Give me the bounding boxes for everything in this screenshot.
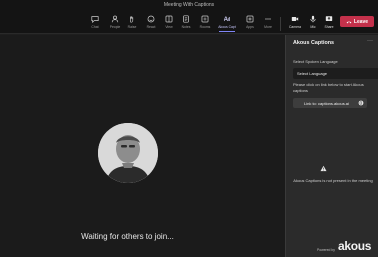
warning-icon	[320, 165, 327, 172]
akous-logo: akous	[338, 239, 372, 253]
toolbar-divider	[280, 17, 281, 31]
view-icon	[165, 15, 173, 23]
microphone-icon	[310, 15, 316, 23]
meeting-stage: Waiting for others to join...	[0, 35, 285, 257]
notes-icon	[183, 15, 189, 23]
leave-button[interactable]: Leave	[340, 16, 374, 27]
meeting-toolbar: Chat People Raise React View Notes Rooms…	[0, 11, 378, 34]
window-title: Meeting With Captions	[163, 2, 215, 8]
title-bar: Meeting With Captions	[0, 0, 378, 11]
hang-up-icon	[346, 21, 352, 23]
rooms-icon	[201, 15, 209, 23]
panel-more-button[interactable]: ···	[367, 38, 373, 44]
toolbar-react-button[interactable]: React	[142, 13, 160, 33]
toolbar-rooms-button[interactable]: Rooms	[196, 13, 214, 33]
avatar-photo	[98, 123, 158, 183]
toolbar-akous-captions-button[interactable]: Akous Capt	[216, 13, 238, 33]
share-screen-icon	[325, 16, 333, 21]
toolbar-view-button[interactable]: View	[160, 13, 178, 33]
camera-icon	[291, 17, 299, 21]
copy-icon[interactable]	[358, 100, 364, 106]
toolbar-raise-button[interactable]: Raise	[123, 13, 141, 33]
akous-captions-panel: Akous Captions ··· Select Spoken Languag…	[285, 35, 378, 257]
raise-hand-icon	[130, 16, 134, 23]
people-icon	[111, 15, 119, 23]
toolbar-people-button[interactable]: People	[106, 13, 124, 33]
panel-help-text: Please click on link below to start Akou…	[293, 82, 364, 93]
waiting-message: Waiting for others to join...	[81, 232, 174, 241]
toolbar-chat-button[interactable]: Chat	[86, 13, 104, 33]
toolbar-apps-button[interactable]: Apps	[241, 13, 259, 33]
toolbar-notes-button[interactable]: Notes	[177, 13, 195, 33]
akous-captions-icon	[223, 16, 230, 22]
powered-by-label: Powered by	[317, 248, 335, 252]
language-select[interactable]: Select Language	[293, 68, 378, 79]
toolbar-camera-button[interactable]: Camera	[285, 13, 305, 33]
react-icon	[147, 15, 155, 23]
captions-absent-message: Akous Captions is not present in the mee…	[293, 178, 373, 183]
captions-link-label: Link to: captions.akous.ai	[304, 100, 349, 106]
language-select-value: Select Language	[297, 71, 328, 76]
captions-link-button[interactable]: Link to: captions.akous.ai	[293, 98, 367, 108]
more-icon	[265, 18, 271, 20]
language-label: Select Spoken Language	[293, 59, 338, 64]
meeting-window: Meeting With Captions Chat People Raise …	[0, 0, 378, 257]
panel-title: Akous Captions	[293, 40, 335, 46]
chat-icon	[91, 16, 99, 23]
participant-avatar	[98, 123, 158, 183]
toolbar-share-button[interactable]: Share	[320, 13, 338, 33]
apps-icon	[246, 15, 254, 23]
toolbar-more-button[interactable]: More	[259, 13, 277, 33]
